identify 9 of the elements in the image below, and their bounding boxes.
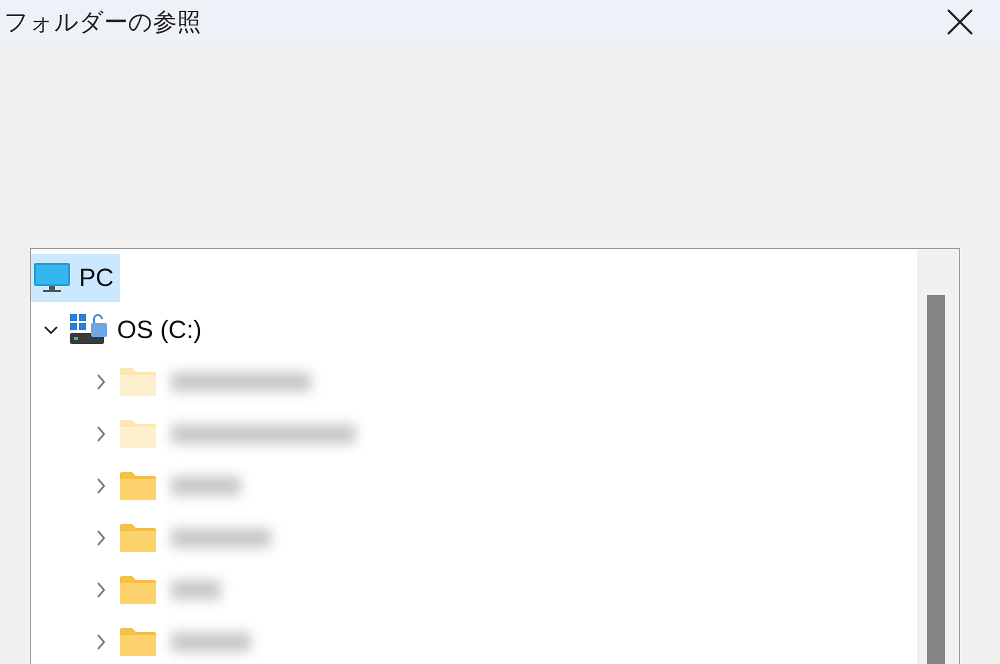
close-icon	[946, 8, 974, 36]
scrollbar-thumb[interactable]	[927, 295, 945, 664]
tree-item[interactable]: PC	[31, 254, 120, 302]
monitor-icon	[33, 262, 71, 294]
blurred-label	[171, 476, 241, 496]
tree-item[interactable]: OS (C:)	[67, 306, 208, 354]
drive-icon	[69, 313, 109, 347]
blurred-label	[171, 580, 221, 600]
window-title: フォルダーの参照	[4, 10, 201, 34]
